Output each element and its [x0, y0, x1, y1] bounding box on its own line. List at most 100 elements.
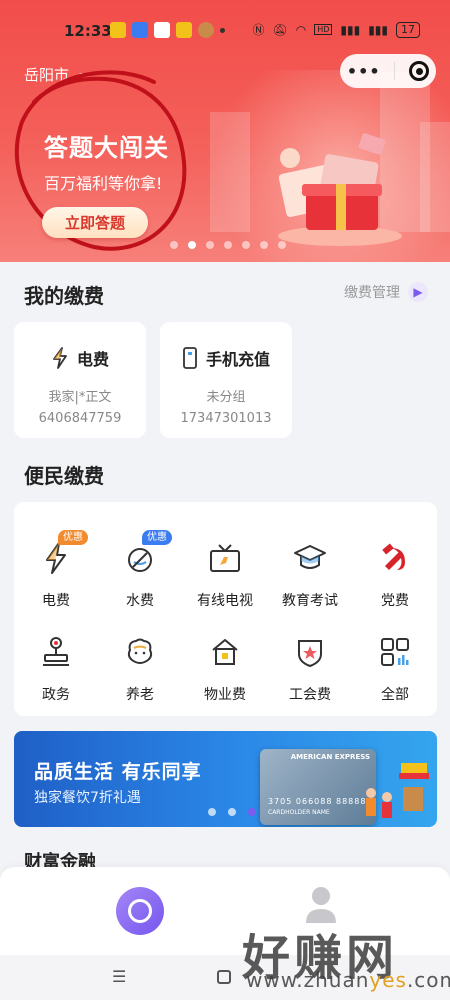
house-icon — [212, 639, 238, 665]
promo-banner[interactable]: 品质生活 有乐同享 独家餐饮7折礼遇 AMERICAN EXPRESS 3705… — [14, 731, 437, 827]
service-label: 电费 — [42, 593, 70, 609]
discount-badge: 优惠 — [142, 530, 172, 545]
service-all[interactable]: 全部 — [353, 632, 437, 704]
app-notification-icon — [176, 22, 192, 38]
union-badge-icon — [298, 640, 322, 668]
services-title: 便民缴费 — [24, 464, 104, 488]
service-union-fee[interactable]: 工会费 — [268, 632, 352, 704]
promo-subtitle: 独家餐饮7折礼遇 — [34, 790, 141, 806]
bill-card-name: 手机充值 — [205, 350, 270, 369]
hd-icon: HD — [314, 24, 333, 35]
promo-title: 品质生活 有乐同享 — [34, 761, 202, 783]
top-banner-area: 12:33 Ⓝ 🔕︎ ◠ HD ▮▮▮ ▮▮▮ 17 岳阳市 ••• 答题大闯关 — [0, 0, 450, 262]
service-education[interactable]: 教育考试 — [268, 538, 352, 610]
promo-carousel-dots — [208, 808, 256, 816]
watermark-url-prefix: www.zhuan — [246, 968, 370, 992]
carousel-dot[interactable] — [224, 241, 232, 249]
watermark-url-suffix: .com — [406, 968, 450, 992]
services-grid: 优惠 电费 优惠 水费 有线电视 教育考试 党费 政务 养老 物业费 工会费 全… — [14, 502, 437, 716]
bill-card-name: 电费 — [76, 350, 109, 369]
lightning-icon — [53, 347, 67, 369]
service-label: 工会费 — [289, 687, 331, 703]
tab-home[interactable] — [116, 887, 164, 935]
lightning-icon — [46, 542, 66, 574]
more-notifications-icon — [220, 28, 225, 33]
answer-now-button[interactable]: 立即答题 — [42, 207, 148, 238]
people-illustration — [366, 763, 429, 818]
grid-apps-icon — [381, 638, 409, 666]
service-cable-tv[interactable]: 有线电视 — [183, 538, 267, 610]
water-drop-icon — [128, 548, 152, 572]
status-right-icons: Ⓝ 🔕︎ ◠ HD ▮▮▮ ▮▮▮ 17 — [252, 21, 420, 38]
elderly-icon — [127, 638, 153, 664]
signal-icon: ▮▮▮ — [340, 22, 361, 37]
bill-card-electricity[interactable]: 电费 我家|*正文 6406847759 — [14, 322, 146, 438]
service-label: 物业费 — [204, 687, 246, 703]
app-notification-icon — [154, 22, 170, 38]
service-label: 有线电视 — [197, 593, 253, 609]
chevron-right-icon: ▶ — [408, 282, 428, 302]
more-icon[interactable]: ••• — [347, 62, 381, 81]
card-holder: CARDHOLDER NAME — [268, 809, 330, 816]
bill-management-label: 缴费管理 — [344, 285, 400, 301]
bill-card-phone[interactable]: 手机充值 未分组 17347301013 — [160, 322, 292, 438]
notification-icons — [110, 22, 225, 38]
mini-program-capsule: ••• — [340, 54, 436, 88]
carousel-dot[interactable] — [206, 241, 214, 249]
banner-building — [210, 112, 250, 232]
watermark-url-highlight: yes — [369, 968, 407, 992]
bill-card-account: 我家|*正文 — [48, 390, 112, 405]
service-electricity[interactable]: 优惠 电费 — [14, 530, 98, 610]
banner-building — [420, 122, 450, 232]
mute-icon: 🔕︎ — [272, 22, 288, 37]
service-label: 全部 — [381, 687, 409, 703]
app-notification-icon — [132, 22, 148, 38]
nfc-icon: Ⓝ — [252, 23, 265, 37]
my-bills-title: 我的缴费 — [24, 284, 104, 308]
app-notification-icon — [110, 22, 126, 38]
planet-icon — [128, 899, 152, 923]
service-water[interactable]: 优惠 水费 — [98, 530, 182, 610]
battery-icon: 17 — [396, 21, 420, 38]
signal-icon: ▮▮▮ — [368, 22, 388, 37]
carousel-dot[interactable] — [170, 241, 178, 249]
service-party-fee[interactable]: 党费 — [353, 538, 437, 610]
bill-card-number: 17347301013 — [180, 411, 272, 426]
menu-icon[interactable]: ☰ — [112, 967, 126, 986]
service-label: 党费 — [381, 593, 409, 609]
app-notification-icon — [198, 22, 214, 38]
home-square-icon[interactable] — [217, 970, 231, 984]
tv-icon — [210, 544, 240, 572]
capsule-divider — [394, 62, 396, 80]
service-label: 水费 — [126, 593, 154, 609]
bill-card-group: 未分组 — [206, 390, 246, 405]
bill-management-link[interactable]: 缴费管理 ▶ — [344, 282, 428, 302]
service-property[interactable]: 物业费 — [183, 632, 267, 704]
carousel-dot[interactable] — [278, 241, 286, 249]
banner-title: 答题大闯关 — [44, 134, 169, 162]
graduation-cap-icon — [294, 545, 326, 569]
party-emblem-icon — [382, 543, 405, 570]
carousel-dot[interactable] — [208, 808, 216, 816]
carousel-dot[interactable] — [228, 808, 236, 816]
carousel-dot[interactable] — [248, 808, 256, 816]
service-pension[interactable]: 养老 — [98, 632, 182, 704]
carousel-dot[interactable] — [260, 241, 268, 249]
gift-box-illustration — [278, 133, 402, 246]
status-bar: 12:33 Ⓝ 🔕︎ ◠ HD ▮▮▮ ▮▮▮ 17 — [0, 0, 450, 58]
service-label: 养老 — [126, 687, 154, 703]
status-time: 12:33 — [64, 22, 112, 40]
carousel-dot[interactable] — [188, 241, 196, 249]
service-label: 政务 — [42, 687, 70, 703]
discount-badge: 优惠 — [58, 530, 88, 545]
service-government[interactable]: 政务 — [14, 632, 98, 704]
bill-card-number: 6406847759 — [38, 411, 122, 426]
stamp-icon — [43, 637, 69, 666]
carousel-dot[interactable] — [242, 241, 250, 249]
card-number: 3705 066088 88888 — [268, 797, 367, 806]
wifi-icon: ◠ — [295, 22, 307, 37]
watermark-url: www.zhuanyes.com — [246, 968, 450, 992]
banner-subtitle: 百万福利等你拿! — [44, 174, 163, 193]
phone-icon — [183, 347, 197, 369]
close-target-icon[interactable] — [409, 61, 430, 81]
